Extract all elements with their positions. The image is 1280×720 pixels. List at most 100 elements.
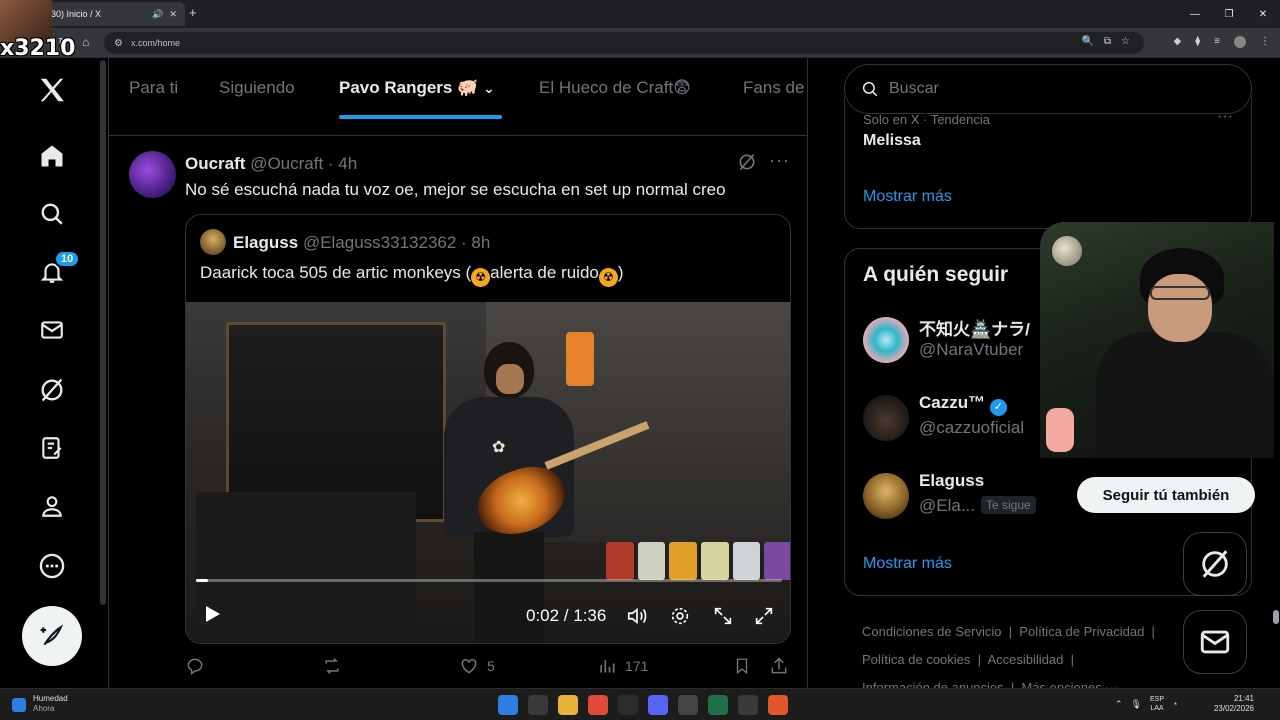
app-icon[interactable] [618,695,638,715]
follow-user-name[interactable]: Cazzu™ ✓ [919,393,1007,416]
follow-user-name[interactable]: 不知火🏯ナラ/ [919,315,1030,340]
video-player[interactable]: ✿ 0:02 / 1:36 [186,302,790,643]
app-icon[interactable] [678,695,698,715]
search-icon[interactable] [528,695,548,715]
who-to-follow-title: A quién seguir [863,263,1009,286]
taskbar-apps [498,695,788,715]
discord-icon[interactable] [648,695,668,715]
brave-icon[interactable] [768,695,788,715]
like-button[interactable]: 5 [459,656,495,676]
share-button[interactable] [769,656,789,676]
follow-suggestion[interactable]: Elaguss @Ela... Te sigue Seguir tú tambié… [863,469,1255,525]
follow-back-button[interactable]: Seguir tú también [1077,477,1255,513]
app-icon[interactable] [738,695,758,715]
footer-link[interactable]: Política de Privacidad [1019,624,1144,639]
quoted-text-end: ) [617,263,624,282]
new-tab-icon[interactable]: + [189,5,197,20]
show-more-trends-link[interactable]: Mostrar más [863,188,952,206]
grok-icon[interactable] [32,370,72,410]
language-indicator[interactable]: ESP LAA [1150,695,1164,713]
left-scrollbar[interactable] [100,60,106,605]
tweet-text: No sé escuchá nada tu voz oe, mejor se e… [185,180,726,199]
x-logo-icon[interactable] [32,70,72,110]
tab-pavo-rangers[interactable]: Pavo Rangers 🐖 ⌄ [339,78,495,98]
fullscreen-icon[interactable] [753,605,775,627]
show-more-follow-link[interactable]: Mostrar más [863,555,952,573]
repost-button[interactable] [321,656,343,676]
more-icon[interactable]: ··· [769,150,790,171]
avatar[interactable] [863,473,909,519]
follows-you-badge: Te sigue [981,496,1036,514]
right-scrollbar[interactable] [1273,610,1279,624]
notifications-bell-icon[interactable]: 10 [32,250,81,292]
like-count: 5 [487,658,495,674]
chevron-down-icon[interactable]: ⌄ [483,80,495,96]
profile-icon[interactable] [32,486,72,526]
avatar[interactable] [129,151,176,198]
view-count: 171 [625,658,649,674]
home-nav-icon[interactable] [32,136,72,176]
tab-el-hueco-de-craft[interactable]: El Hueco de Craft😨 [539,78,691,98]
zoom-icon[interactable]: 🔍 [1081,36,1093,47]
media-icon[interactable]: ≡ [1214,36,1220,48]
grok-icon[interactable] [737,152,757,177]
volume-icon[interactable] [626,605,648,627]
windows-start-icon[interactable] [498,695,518,715]
microphone-icon[interactable]: 🎙 [1131,699,1142,710]
chrome-icon[interactable] [588,695,608,715]
bookmark-star-icon[interactable]: ☆ [1121,36,1130,47]
footer-link[interactable]: Condiciones de Servicio [862,624,1001,639]
app-icon[interactable] [708,695,728,715]
quoted-tweet[interactable]: Elaguss @Elaguss33132362 · 8h Daarick to… [185,214,791,644]
lists-icon[interactable] [32,428,72,468]
messages-icon[interactable] [32,310,72,350]
minimize-icon[interactable]: — [1178,9,1212,20]
weather-icon[interactable] [12,698,26,712]
browser-tab[interactable]: (30) Inicio / X 🔊 ✕ [40,2,185,26]
play-icon[interactable] [202,604,222,624]
compose-post-button[interactable] [22,606,82,666]
chevron-up-icon[interactable]: ⌃ [1115,699,1123,710]
os-taskbar: Humedad Ahora ⌃ 🎙 ESP LAA ◔ 21:41 23/02/… [0,688,1280,720]
avatar[interactable] [863,317,909,363]
tab-fans-de[interactable]: Fans de [743,78,804,98]
maximize-icon[interactable]: ❐ [1212,9,1246,20]
trend-name[interactable]: Melissa [863,132,921,150]
weather-widget[interactable]: Humedad Ahora [33,694,68,714]
clock[interactable]: 21:41 23/02/2026 [1214,694,1254,714]
tweet-author-name[interactable]: Oucraft [185,154,245,173]
home-icon[interactable]: ⌂ [82,35,89,49]
settings-gear-icon[interactable] [669,605,691,627]
messages-floating-button[interactable] [1183,610,1247,674]
menu-icon[interactable]: ⋮ [1260,36,1270,48]
tab-para-ti[interactable]: Para ti [129,78,178,98]
grok-floating-button[interactable] [1183,532,1247,596]
close-tab-icon[interactable]: ✕ [169,9,177,20]
close-window-icon[interactable]: ✕ [1246,9,1280,20]
more-options-icon[interactable] [32,546,72,586]
views-button[interactable]: 171 [597,656,648,676]
bookmark-button[interactable] [733,656,751,676]
footer-link[interactable]: Accesibilidad [988,652,1064,667]
video-progress-bar[interactable] [196,579,782,582]
mute-icon[interactable]: 🔊 [152,9,163,20]
wifi-icon[interactable]: ◔ [1172,699,1177,709]
extension-icon[interactable]: ◆ [1174,36,1182,48]
profile-avatar[interactable] [1234,36,1246,48]
picture-in-picture-icon[interactable] [712,605,734,627]
footer-link[interactable]: Política de cookies [862,652,970,667]
translate-icon[interactable]: ⧉ [1104,36,1111,47]
quoted-avatar[interactable] [200,229,226,255]
url-field[interactable]: ⚙ x.com/home [104,32,1144,54]
reply-button[interactable] [185,656,205,676]
tab-siguiendo[interactable]: Siguiendo [219,78,295,98]
quoted-author-name[interactable]: Elaguss [233,233,298,252]
puzzle-icon[interactable]: ⧫ [1195,36,1200,48]
search-input[interactable]: Buscar [844,64,1252,114]
explore-search-icon[interactable] [32,194,72,234]
file-explorer-icon[interactable] [558,695,578,715]
follow-user-name[interactable]: Elaguss [919,471,984,491]
avatar[interactable] [863,395,909,441]
site-info-icon[interactable]: ⚙ [114,38,123,49]
bookmark-icon [736,658,748,675]
